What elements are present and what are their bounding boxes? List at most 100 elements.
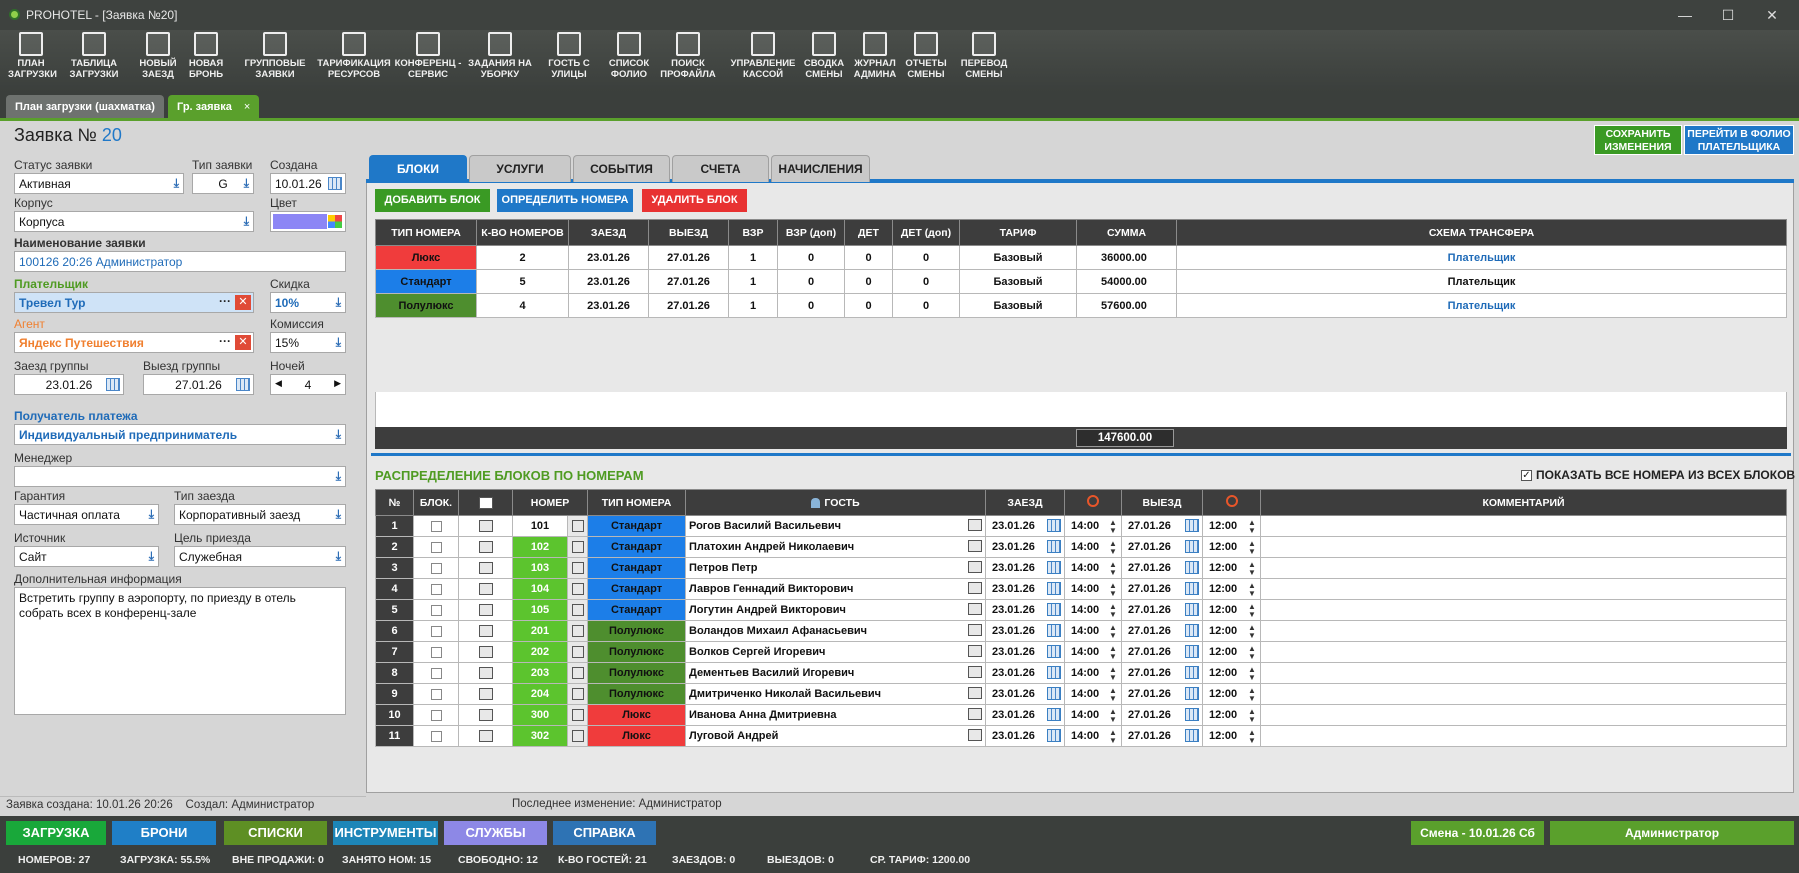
define-rooms-button[interactable]: ОПРЕДЕЛИТЬ НОМЕРА [497,189,633,212]
card-action-cell[interactable] [458,641,513,663]
toolbar-button-8[interactable]: ГОСТЬ С УЛИЦЫ [540,32,598,90]
comment-cell[interactable] [1260,620,1787,642]
card-action-cell[interactable] [458,557,513,579]
tab-1[interactable]: УСЛУГИ [469,155,571,182]
room-select-cell[interactable] [566,578,589,600]
comment-cell[interactable] [1260,536,1787,558]
departure-date[interactable]: 27.01.26 [1121,704,1204,726]
room-card-icon[interactable] [478,730,493,743]
time-spinner-icon[interactable]: ▲ ▼ [1109,540,1118,556]
guest-select-icon[interactable] [968,645,983,657]
guest-name[interactable]: Логутин Андрей Викторович [685,599,987,621]
arrival-date[interactable]: 23.01.26 [985,704,1066,726]
checkin-time[interactable]: 14:00 ▲ ▼ [1064,515,1123,537]
time-spinner-icon[interactable]: ▲ ▼ [1109,687,1118,703]
block-checkbox-cell[interactable] [413,515,459,537]
calendar-icon[interactable] [1047,624,1062,637]
dist-col-comment[interactable]: КОММЕНТАРИЙ [1260,489,1787,516]
calendar-icon[interactable] [1047,666,1062,679]
bottom-nav-button-1[interactable]: БРОНИ [112,821,216,845]
calendar-icon[interactable] [1185,729,1200,742]
departure-date[interactable]: 27.01.26 [1121,557,1204,579]
calendar-icon[interactable] [1047,645,1062,658]
comment-cell[interactable] [1260,662,1787,684]
blocks-col-header[interactable]: СУММА [1076,219,1177,246]
room-row[interactable]: 4 104 Стандарт Лавров Геннадий Викторович 23… [375,578,1787,600]
guest-name[interactable]: Воландов Михаил Афанасьевич [685,620,987,642]
toolbar-button-4[interactable]: ГРУППОВЫЕ ЗАЯВКИ [242,32,308,90]
goto-folio-button[interactable]: ПЕРЕЙТИ В ФОЛИО ПЛАТЕЛЬЩИКА [1684,125,1794,155]
comment-cell[interactable] [1260,683,1787,705]
calendar-icon[interactable] [1047,687,1062,700]
delete-block-button[interactable]: УДАЛИТЬ БЛОК [642,189,747,212]
block-checkbox-cell[interactable] [413,620,459,642]
room-select-cell[interactable] [566,641,589,663]
room-card-icon[interactable] [478,667,493,680]
minimize-icon[interactable]: — [1665,4,1705,26]
guest-name[interactable]: Дмитриченко Николай Васильевич [685,683,987,705]
block-checkbox[interactable] [430,520,442,532]
block-checkbox[interactable] [430,562,442,574]
block-checkbox[interactable] [430,625,442,637]
calendar-icon[interactable] [1047,708,1062,721]
room-select-cell[interactable] [566,704,589,726]
guest-name[interactable]: Луговой Андрей [685,725,987,747]
shift-button[interactable]: Смена - 10.01.26 Сб [1411,821,1544,845]
time-spinner-icon[interactable]: ▲ ▼ [1248,582,1257,598]
block-row[interactable]: Полулюкс 4 23.01.26 27.01.26 1 0 0 0 Базовый 5760… [375,293,1787,318]
comment-cell[interactable] [1260,515,1787,537]
time-spinner-icon[interactable]: ▲ ▼ [1248,729,1257,745]
time-spinner-icon[interactable]: ▲ ▼ [1109,582,1118,598]
block-checkbox[interactable] [430,688,442,700]
comment-cell[interactable] [1260,599,1787,621]
blocks-col-header[interactable]: ТИП НОМЕРА [375,219,477,246]
departure-date[interactable]: 27.01.26 [1121,536,1204,558]
guest-select-icon[interactable] [968,561,983,573]
calendar-icon[interactable] [1185,687,1200,700]
toolbar-button-10[interactable]: ПОИСК ПРОФАЙЛА [658,32,718,90]
block-checkbox[interactable] [430,667,442,679]
checkin-time[interactable]: 14:00 ▲ ▼ [1064,704,1123,726]
status-select[interactable]: Активная ⤓ [14,173,184,194]
decrement-icon[interactable]: ◀ [275,378,282,389]
maximize-icon[interactable]: ☐ [1708,4,1748,26]
agent-field[interactable]: Яндекс Путешествия ··· ✕ [14,332,254,353]
guest-name[interactable]: Дементьев Василий Игоревич [685,662,987,684]
checkout-time[interactable]: 12:00 ▲ ▼ [1202,599,1262,621]
block-checkbox-cell[interactable] [413,641,459,663]
checkout-time[interactable]: 12:00 ▲ ▼ [1202,557,1262,579]
block-checkbox-cell[interactable] [413,683,459,705]
card-action-cell[interactable] [458,683,513,705]
tab-2[interactable]: СОБЫТИЯ [573,155,670,182]
departure-date[interactable]: 27.01.26 [1121,662,1204,684]
bottom-nav-button-5[interactable]: СПРАВКА [553,821,656,845]
room-row[interactable]: 11 302 Люкс Луговой Андрей 23.01.26 14:00 ▲ ▼ 27… [375,725,1787,747]
doc-tab-group-request[interactable]: Гр. заявка × [168,95,260,118]
checkout-time[interactable]: 12:00 ▲ ▼ [1202,683,1262,705]
room-select-icon[interactable] [571,709,584,722]
room-row[interactable]: 6 201 Полулюкс Воландов Михаил Афанасьевич 2… [375,620,1787,642]
room-card-icon[interactable] [478,520,493,533]
guarantee-select[interactable]: Частичная оплата ⤓ [14,504,159,525]
time-spinner-icon[interactable]: ▲ ▼ [1109,624,1118,640]
time-spinner-icon[interactable]: ▲ ▼ [1109,603,1118,619]
toolbar-button-2[interactable]: НОВЫЙ ЗАЕЗД [134,32,182,90]
toolbar-button-7[interactable]: ЗАДАНИЯ НА УБОРКУ [461,32,539,90]
time-spinner-icon[interactable]: ▲ ▼ [1248,519,1257,535]
blocks-col-header[interactable]: ДЕТ [844,219,893,246]
clear-agent-icon[interactable]: ✕ [235,335,251,350]
arrival-date[interactable]: 23.01.26 [985,662,1066,684]
arrival-date[interactable]: 23.01.26 [985,641,1066,663]
comment-cell[interactable] [1260,725,1787,747]
bottom-nav-button-0[interactable]: ЗАГРУЗКА [6,821,106,845]
room-row[interactable]: 3 103 Стандарт Петров Петр 23.01.26 14:00 ▲ ▼ 27… [375,557,1787,579]
arrival-date[interactable]: 23.01.26 [985,515,1066,537]
departure-date[interactable]: 27.01.26 [1121,515,1204,537]
calendar-icon[interactable] [1185,603,1200,616]
departure-date[interactable]: 27.01.26 [1121,725,1204,747]
room-select-cell[interactable] [566,620,589,642]
info-textarea[interactable]: Встретить группу в аэропорту, по приезду… [14,587,346,715]
block-checkbox-cell[interactable] [413,662,459,684]
calendar-icon[interactable] [1185,582,1200,595]
card-action-cell[interactable] [458,536,513,558]
